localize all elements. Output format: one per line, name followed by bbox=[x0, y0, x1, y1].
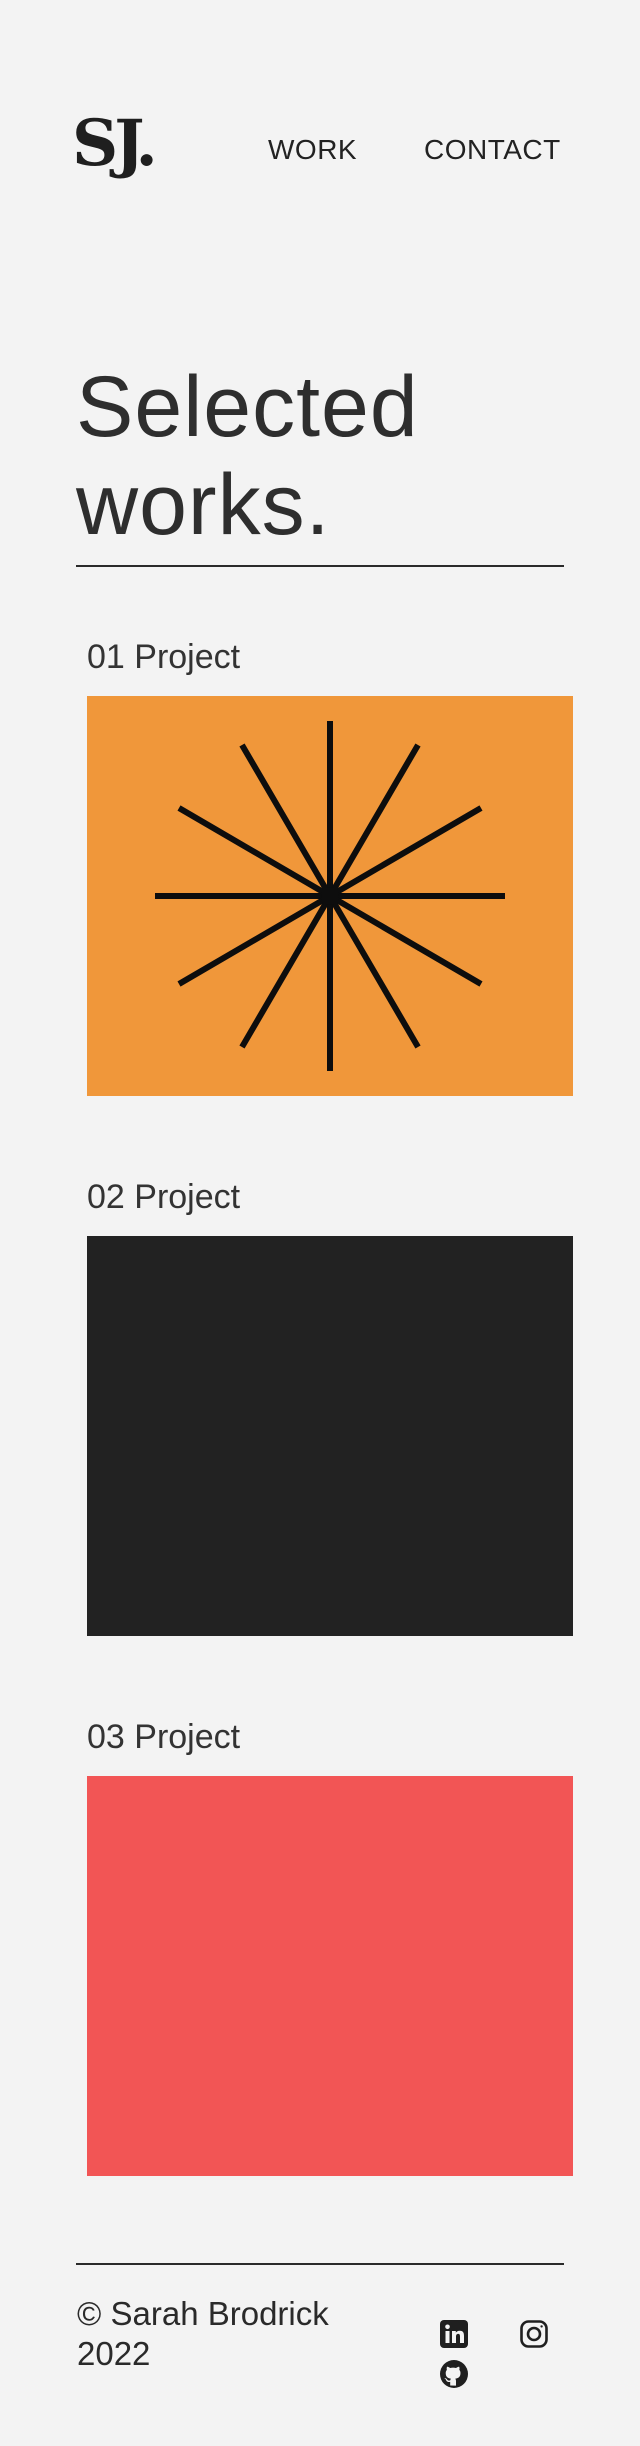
project-label-03: 03 Project bbox=[87, 1718, 241, 1756]
site-header: SJ. WORK CONTACT bbox=[0, 0, 640, 300]
page-title: Selected works. bbox=[76, 358, 576, 554]
logo[interactable]: SJ. bbox=[72, 112, 158, 176]
linkedin-icon[interactable] bbox=[438, 2318, 470, 2350]
title-divider bbox=[76, 565, 564, 567]
page-title-line-1: Selected bbox=[76, 359, 419, 455]
instagram-icon[interactable] bbox=[518, 2318, 550, 2350]
nav-link-work[interactable]: WORK bbox=[268, 136, 357, 164]
asterisk-burst-graphic bbox=[155, 721, 505, 1071]
footer-divider bbox=[76, 2263, 564, 2265]
copyright-text: © Sarah Brodrick 2022 bbox=[77, 2295, 329, 2372]
page-title-line-2: works. bbox=[76, 457, 331, 553]
project-card-02[interactable] bbox=[87, 1236, 573, 1636]
project-label-02: 02 Project bbox=[87, 1178, 241, 1216]
github-icon[interactable] bbox=[438, 2358, 470, 2390]
project-card-03[interactable] bbox=[87, 1776, 573, 2176]
nav-link-contact[interactable]: CONTACT bbox=[424, 136, 561, 164]
project-label-01: 01 Project bbox=[87, 638, 241, 676]
project-card-01[interactable] bbox=[87, 696, 573, 1096]
